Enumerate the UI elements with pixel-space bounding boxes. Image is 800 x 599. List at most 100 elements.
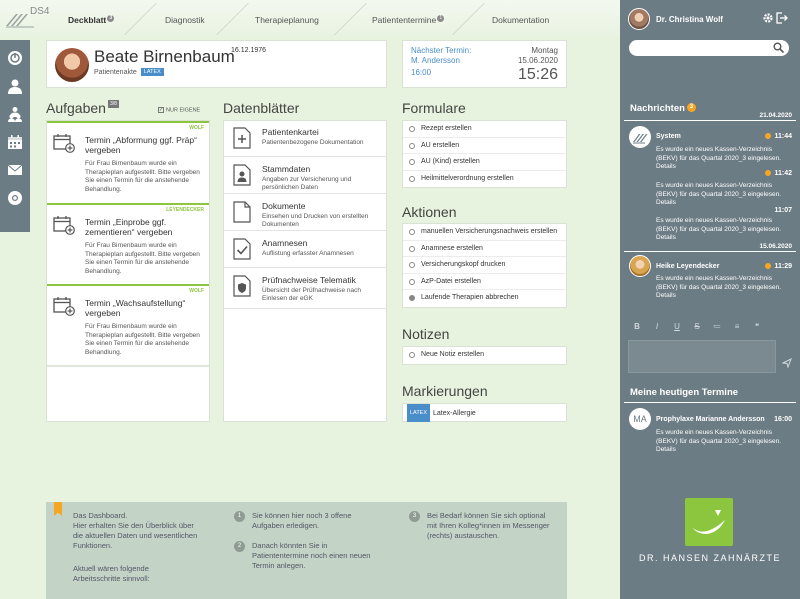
- sheet-patientenkartei[interactable]: Patientenkartei Patientenbezogene Dokume…: [224, 121, 386, 157]
- new-note-item[interactable]: Neue Notiz erstellen: [403, 347, 566, 364]
- appointment-avatar: MA: [629, 408, 651, 430]
- patient-name: Beate Birnenbaum: [94, 47, 235, 66]
- message-group-date: 15.06.2020: [759, 243, 792, 250]
- next-appointment-card[interactable]: Nächster Termin: M. Andersson Montag 15.06…: [402, 40, 567, 88]
- task-title: Termin „Abformung ggf. Präp“ vergeben: [85, 135, 197, 155]
- sheet-stammdaten[interactable]: Stammdaten Angaben zur Versicherung und …: [224, 158, 386, 194]
- document-icon: [233, 201, 251, 223]
- latex-badge: LATEX: [140, 68, 164, 76]
- left-icon-bar: [0, 40, 30, 232]
- sheet-description: Auflistung erfasster Anamnesen: [262, 250, 354, 257]
- form-item[interactable]: Heilmittelverordnung erstellen: [403, 171, 566, 188]
- checkmark-document-icon: [233, 238, 251, 260]
- action-item[interactable]: manuellen Versicherungsnachweis erstelle…: [403, 224, 566, 241]
- form-item[interactable]: Rezept erstellen: [403, 121, 566, 138]
- sheet-title: Anamnesen: [262, 238, 308, 248]
- action-bullet-icon: [409, 278, 415, 285]
- form-item[interactable]: AU erstellen: [403, 138, 566, 154]
- task-item[interactable]: LEYENDECKER Termin „Einprobe ggf. zement…: [47, 203, 209, 282]
- logout-icon[interactable]: [776, 12, 788, 24]
- current-clock: 15:26: [517, 66, 558, 83]
- user-name: Dr. Christina Wolf: [656, 15, 723, 24]
- quote-button[interactable]: ❝: [750, 320, 764, 334]
- message-time: 11:07: [774, 207, 792, 214]
- calendar-icon[interactable]: [0, 128, 30, 156]
- info-intro: Das Dashboard. Hier erhalten Sie den Übe…: [73, 511, 198, 550]
- appointment-title: Prophylaxe Marianne Andersson: [656, 416, 765, 423]
- action-item[interactable]: Versicherungskopf drucken: [403, 257, 566, 274]
- send-icon[interactable]: [782, 358, 792, 368]
- step-number: 3: [409, 511, 420, 522]
- bullet-list-button[interactable]: ≡: [730, 320, 744, 334]
- marking-item[interactable]: LATEX Latex-Allergie: [403, 404, 566, 422]
- message-time: 11:44: [765, 133, 792, 140]
- task-description: Für Frau Birnenbaum wurde ein Therapiepl…: [85, 160, 200, 193]
- sheet-dokumente[interactable]: Dokumente Einsehen und Drucken von erste…: [224, 195, 386, 231]
- task-item[interactable]: WOLF Termin „Abformung ggf. Präp“ vergeb…: [47, 121, 209, 200]
- patient-icon[interactable]: [0, 72, 30, 100]
- message-text: Es wurde ein neues Kassen-Verzeichnis (B…: [656, 182, 782, 206]
- dashboard-icon[interactable]: [0, 44, 30, 72]
- tab-diagnostik[interactable]: Diagnostik: [165, 15, 205, 25]
- tasks-divider: [47, 365, 209, 367]
- tab-separator: [216, 3, 249, 35]
- print-bullet-icon: [409, 262, 415, 268]
- person-document-icon: [233, 164, 251, 186]
- forms-list: Rezept erstellen AU erstellen AU (Kind) …: [402, 120, 567, 188]
- unread-dot-icon: [765, 263, 772, 270]
- user-avatar[interactable]: [628, 8, 650, 30]
- sheet-title: Patientenkartei: [262, 127, 319, 137]
- form-bullet-icon: [409, 142, 415, 149]
- action-item[interactable]: AzP-Datei erstellen: [403, 274, 566, 290]
- tab-dokumentation[interactable]: Dokumentation: [492, 15, 549, 25]
- tab-separator: [452, 3, 485, 35]
- actions-list: manuellen Versicherungsnachweis erstelle…: [402, 223, 567, 308]
- task-owner: WOLF: [189, 125, 204, 131]
- sheet-anamnesen[interactable]: Anamnesen Auflistung erfasster Anamnesen: [224, 232, 386, 268]
- form-bullet-icon: [409, 159, 415, 165]
- markings-title: Markierungen: [402, 383, 488, 399]
- task-description: Für Frau Birnenbaum wurde ein Therapiepl…: [85, 323, 200, 356]
- action-item[interactable]: Anamnese erstellen: [403, 241, 566, 257]
- form-bullet-icon: [409, 126, 415, 132]
- tasks-title: Aufgaben 3/8: [46, 100, 119, 116]
- bold-button[interactable]: B: [630, 320, 644, 334]
- task-title: Termin „Wachsaufstellung“ vergeben: [85, 298, 186, 318]
- mail-icon[interactable]: [0, 156, 30, 184]
- tab-therapieplanung[interactable]: Therapieplanung: [255, 15, 319, 25]
- appointment-text: Es wurde ein neues Kassen-Verzeichnis (B…: [656, 429, 782, 453]
- tasks-list: WOLF Termin „Abformung ggf. Präp“ vergeb…: [46, 120, 210, 422]
- underline-button[interactable]: U: [670, 320, 684, 334]
- notes-list: Neue Notiz erstellen: [402, 346, 567, 365]
- message-input[interactable]: [628, 340, 776, 373]
- tab-separator: [124, 3, 157, 35]
- checkbox-icon[interactable]: ✓: [158, 107, 164, 113]
- sheet-pruefnachweise[interactable]: Prüfnachweise Telematik Übersicht der Pr…: [224, 269, 386, 309]
- unread-dot-icon: [765, 133, 772, 140]
- appointments-title: Meine heutigen Termine: [630, 387, 739, 398]
- task-item[interactable]: WOLF Termin „Wachsaufstellung“ vergeben …: [47, 284, 209, 363]
- action-item[interactable]: Laufende Therapien abbrechen: [403, 290, 566, 307]
- gear-icon[interactable]: [762, 12, 774, 24]
- unread-dot-icon: [765, 170, 772, 177]
- step-number: 1: [234, 511, 245, 522]
- message-divider: [624, 120, 796, 121]
- own-only-filter[interactable]: ✓ NUR EIGENE: [158, 107, 200, 113]
- italic-button[interactable]: I: [650, 320, 664, 334]
- task-owner: WOLF: [189, 288, 204, 294]
- ordered-list-button[interactable]: ≔: [710, 320, 724, 334]
- search-icon[interactable]: [773, 42, 784, 53]
- tab-deckblatt[interactable]: Deckblatt 3: [68, 15, 115, 25]
- message-editor-toolbar: B I U S ≔ ≡ ❝: [628, 318, 793, 336]
- sidebar-search-input[interactable]: [629, 40, 789, 56]
- sheets-title: Datenblätter: [223, 100, 300, 116]
- step-number: 2: [234, 541, 245, 552]
- data-sheets-list: Patientenkartei Patientenbezogene Dokume…: [223, 120, 387, 422]
- support-icon[interactable]: [0, 184, 30, 212]
- form-item[interactable]: AU (Kind) erstellen: [403, 154, 566, 171]
- tab-patiententermine[interactable]: Patiententermine 1: [372, 15, 445, 25]
- team-icon[interactable]: [0, 100, 30, 128]
- strikethrough-button[interactable]: S: [690, 320, 704, 334]
- tab-badge: 1: [437, 15, 445, 22]
- message-sender: Heike Leyendecker: [656, 263, 720, 270]
